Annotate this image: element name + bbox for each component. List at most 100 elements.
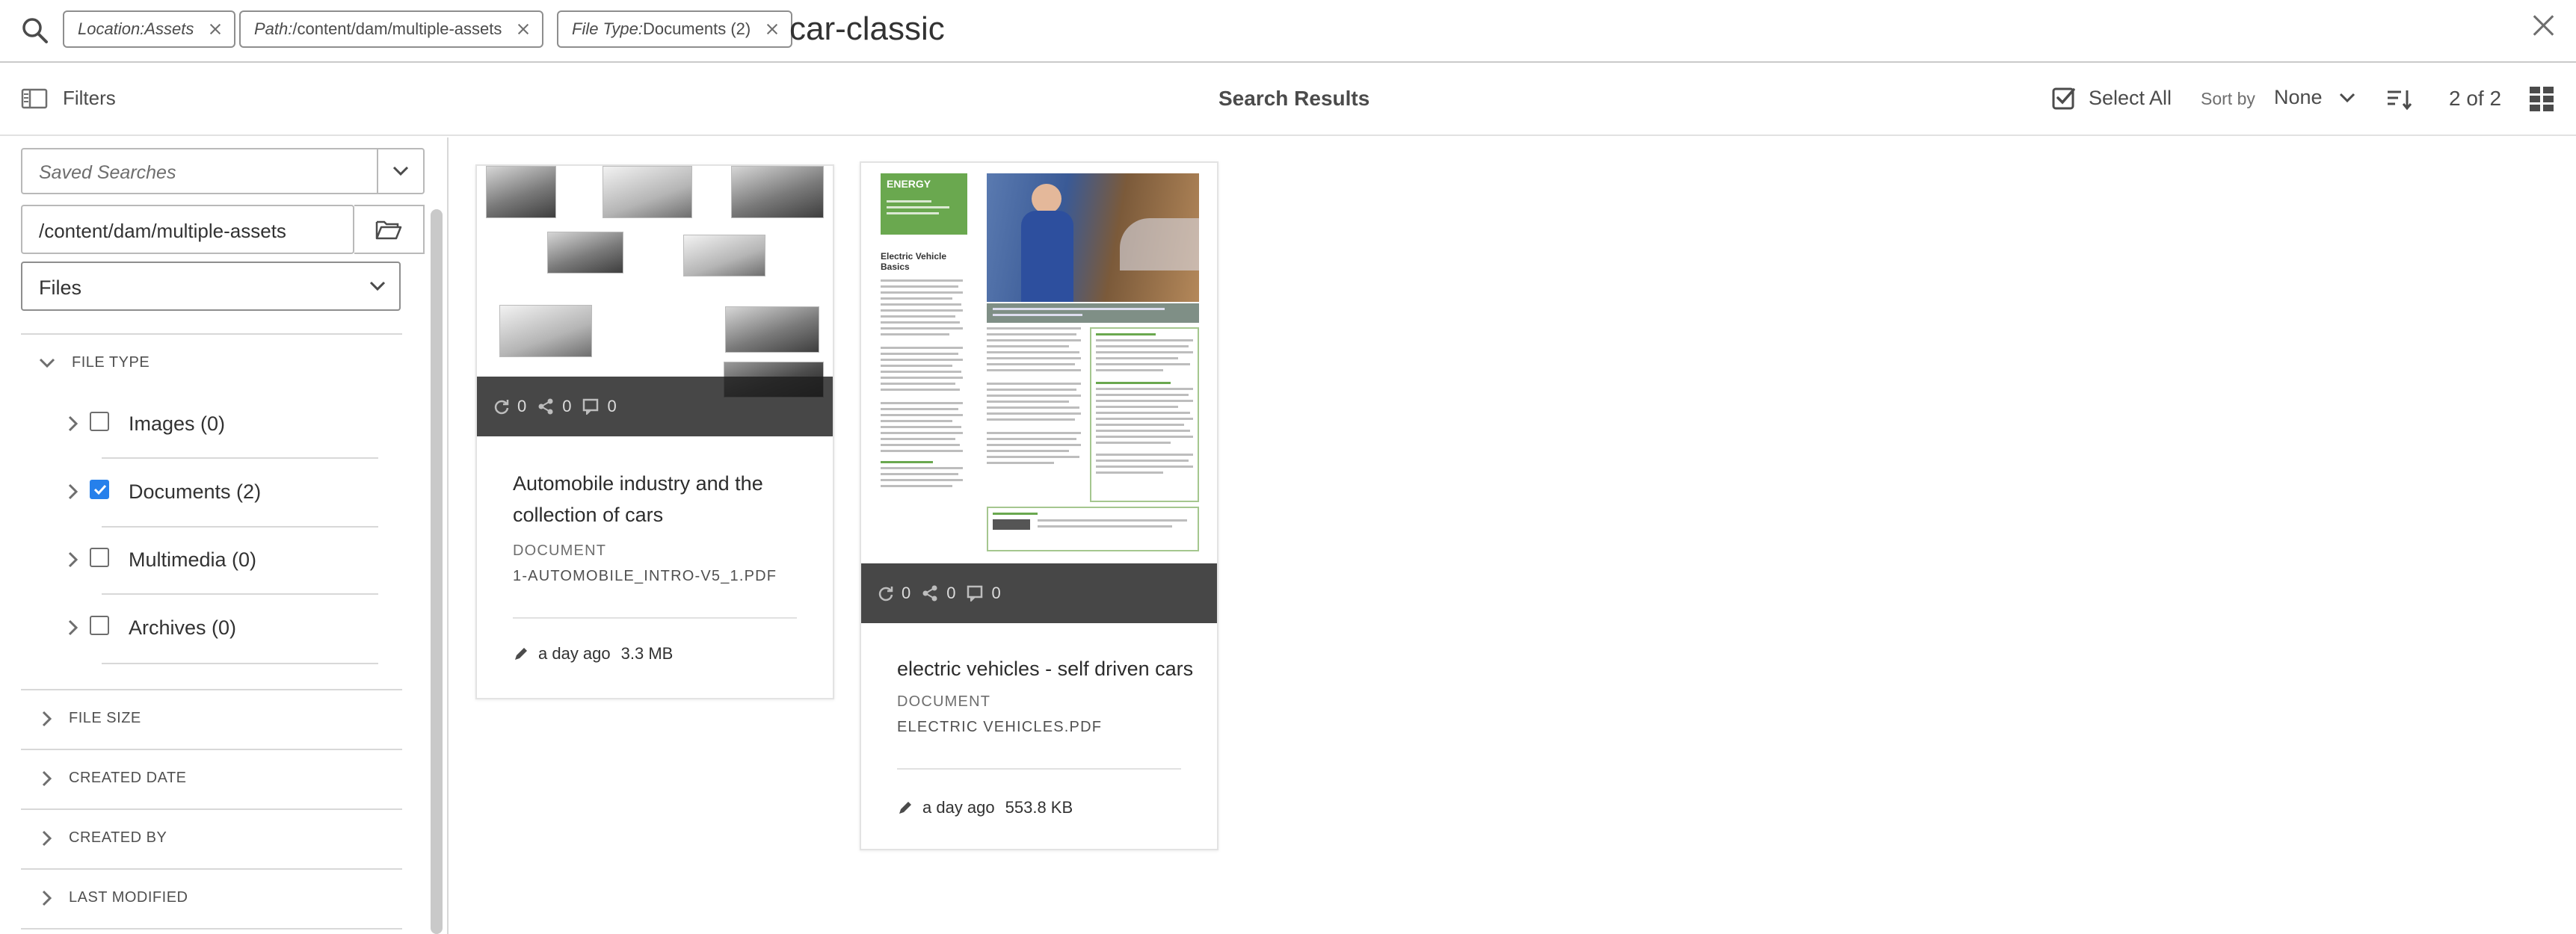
file-type-heading: FILE TYPE	[72, 354, 150, 371]
asset-type: DOCUMENT	[513, 542, 607, 559]
tag-value: Assets	[144, 19, 194, 38]
asset-stats-bar: 0 0 0	[861, 563, 1217, 623]
documents-checkbox[interactable]	[90, 480, 109, 499]
pencil-icon	[515, 648, 527, 660]
file-size-section-header[interactable]: FILE SIZE	[21, 710, 402, 727]
asset-modified: a day ago	[922, 798, 995, 817]
sort-select[interactable]: None	[2274, 86, 2355, 109]
saved-searches-select[interactable]: Saved Searches	[21, 148, 425, 194]
search-icon[interactable]	[19, 15, 49, 45]
divider	[21, 808, 402, 810]
pencil-icon	[899, 802, 911, 814]
file-type-label: Images (0)	[129, 412, 226, 435]
multimedia-checkbox[interactable]	[90, 548, 109, 567]
asset-card[interactable]: 0 0 0 Automobile industry and the collec…	[475, 164, 834, 699]
comment-icon	[582, 398, 598, 415]
file-type-label: Archives (0)	[129, 616, 237, 639]
divider	[897, 768, 1181, 770]
stat-value: 0	[517, 397, 527, 415]
stat-comments: 0	[582, 397, 617, 416]
action-bar: Filters Search Results Select All Sort b…	[0, 64, 2576, 136]
sort-by-label: Sort by	[2201, 89, 2255, 108]
asset-modified: a day ago	[538, 644, 611, 663]
divider	[21, 868, 402, 870]
chevron-right-icon[interactable]	[66, 415, 81, 432]
grid-view-icon[interactable]	[2528, 85, 2555, 112]
saved-searches-dropdown-button[interactable]	[377, 149, 423, 193]
files-select-value: Files	[39, 276, 82, 299]
stat-value: 0	[607, 397, 617, 415]
stat-shares: 0	[921, 584, 956, 603]
rail-scrollbar[interactable]	[431, 209, 443, 934]
asset-title[interactable]: Automobile industry and the collection o…	[513, 468, 812, 531]
result-count: 2 of 2	[2449, 87, 2502, 110]
tag-label: Location:	[78, 19, 145, 38]
chevron-down-icon	[2339, 93, 2355, 102]
doc-heading: Electric Vehicle Basics	[881, 251, 947, 272]
file-type-item-multimedia[interactable]: Multimedia (0)	[66, 526, 380, 593]
sort-value: None	[2274, 86, 2323, 108]
refresh-icon	[878, 587, 893, 601]
asset-filename: 1-AUTOMOBILE_INTRO-V5_1.PDF	[513, 568, 777, 584]
created-date-section-header[interactable]: CREATED DATE	[21, 770, 402, 787]
path-tag[interactable]: Path: /content/dam/multiple-assets	[239, 10, 544, 48]
asset-thumbnail[interactable]: 0 0 0	[477, 166, 833, 436]
file-type-item-archives[interactable]: Archives (0)	[66, 594, 380, 661]
stat-comments: 0	[967, 584, 1001, 603]
document-preview: ENERGY Electric Vehicle Basics	[881, 173, 1199, 551]
chevron-right-icon[interactable]	[66, 619, 81, 636]
refresh-icon	[494, 400, 509, 415]
comment-icon	[967, 585, 982, 601]
asset-card[interactable]: ENERGY Electric Vehicle Basics 0 0 0 ele…	[860, 161, 1218, 850]
stat-versions: 0	[878, 584, 910, 603]
asset-size: 553.8 KB	[1005, 798, 1073, 817]
page-title: Search Results	[1218, 87, 1370, 110]
chevron-right-icon[interactable]	[66, 551, 81, 568]
filter-rail: Saved Searches /content/dam/multiple-ass…	[0, 137, 449, 934]
files-select[interactable]: Files	[21, 262, 401, 311]
remove-tag-icon[interactable]	[517, 22, 530, 36]
stat-value: 0	[902, 584, 911, 602]
images-checkbox[interactable]	[90, 412, 109, 431]
car-photo	[499, 305, 592, 357]
asset-title[interactable]: electric vehicles - self driven cars	[897, 653, 1196, 684]
close-search-icon[interactable]	[2531, 13, 2555, 37]
path-browser: /content/dam/multiple-assets	[21, 205, 425, 254]
search-input[interactable]: car-classic	[789, 6, 945, 52]
file-type-section-header[interactable]: FILE TYPE	[21, 354, 402, 371]
select-all-button[interactable]: Select All	[2051, 85, 2172, 111]
asset-type: DOCUMENT	[897, 693, 991, 710]
file-type-item-documents[interactable]: Documents (2)	[66, 458, 380, 525]
asset-thumbnail[interactable]: ENERGY Electric Vehicle Basics 0 0 0	[861, 163, 1217, 623]
created-by-section-header[interactable]: CREATED BY	[21, 829, 402, 847]
asset-stats-bar: 0 0 0	[477, 377, 833, 436]
remove-tag-icon[interactable]	[765, 22, 779, 36]
chevron-right-icon[interactable]	[66, 483, 81, 500]
stat-versions: 0	[493, 397, 526, 416]
select-all-label: Select All	[2089, 86, 2172, 109]
chevron-right-icon	[42, 711, 52, 726]
filters-toggle-button[interactable]: Filters	[21, 87, 116, 110]
divider	[21, 749, 402, 750]
last-modified-section-header[interactable]: LAST MODIFIED	[21, 889, 402, 906]
car-photo	[731, 166, 824, 218]
remove-tag-icon[interactable]	[209, 22, 222, 36]
car-photo	[547, 232, 623, 273]
location-tag[interactable]: Location: Assets	[63, 10, 236, 48]
browse-folder-button[interactable]	[354, 205, 425, 254]
file-type-item-images[interactable]: Images (0)	[66, 390, 380, 457]
car-photo	[603, 166, 692, 218]
sort-direction-icon[interactable]	[2386, 88, 2413, 111]
file-type-tag[interactable]: File Type: Documents (2)	[557, 10, 793, 48]
select-all-icon	[2052, 87, 2075, 110]
asset-size: 3.3 MB	[620, 644, 674, 663]
checkmark-icon	[93, 484, 107, 495]
folder-icon	[375, 220, 402, 240]
divider	[21, 333, 402, 335]
rail-toggle-icon	[21, 88, 48, 108]
path-field[interactable]: /content/dam/multiple-assets	[21, 205, 354, 254]
woman-charging-car-photo	[987, 173, 1199, 302]
archives-checkbox[interactable]	[90, 616, 109, 635]
doc-banner: ENERGY	[881, 173, 967, 235]
section-heading: CREATED BY	[69, 829, 167, 846]
